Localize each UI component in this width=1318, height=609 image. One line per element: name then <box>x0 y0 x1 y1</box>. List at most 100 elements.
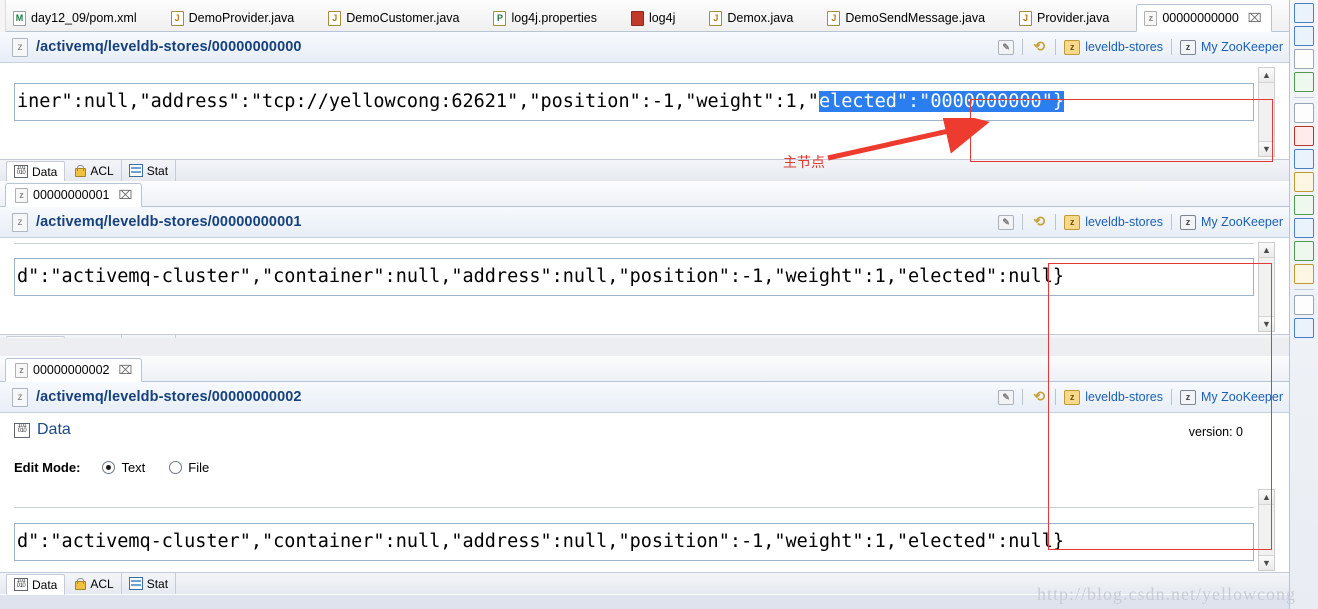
edit-node-icon[interactable]: ✎ <box>998 389 1015 405</box>
node-path-bar: z /activemq/leveldb-stores/00000000002 ✎… <box>0 382 1289 413</box>
editor-tab[interactable]: P log4j.properties <box>486 5 605 31</box>
edit-node-icon[interactable]: ✎ <box>998 39 1015 55</box>
editor-tab[interactable]: J DemoCustomer.java <box>321 5 468 31</box>
subtab-label: Stat <box>146 576 169 591</box>
editor-tab[interactable]: J Demox.java <box>702 5 802 31</box>
close-icon[interactable]: ⌧ <box>118 364 132 376</box>
close-icon[interactable]: ⌧ <box>1248 12 1262 24</box>
document-view-icon[interactable] <box>1294 26 1314 46</box>
subtab-data[interactable]: 101010 Data <box>6 574 66 595</box>
editor-tab-label: log4j <box>648 10 676 25</box>
node-tab[interactable]: z 00000000001 ⌧ <box>5 183 143 207</box>
scroll-down-icon[interactable]: ▼ <box>1259 316 1274 331</box>
breadcrumb-root-link[interactable]: z My ZooKeeper <box>1180 39 1283 55</box>
toolbar-divider <box>1294 289 1314 290</box>
editor-tab[interactable]: J DemoProvider.java <box>164 5 304 31</box>
node-tab-row[interactable]: z 00000000002 ⌧ <box>0 356 1289 382</box>
subtab-stat[interactable]: Stat <box>122 573 177 594</box>
breadcrumb-root-link[interactable]: z My ZooKeeper <box>1180 214 1283 230</box>
print-view-icon[interactable] <box>1294 103 1314 123</box>
editor-tab-label: log4j.properties <box>511 10 597 25</box>
node-subtab-bar[interactable]: 101010 Data ACL Stat <box>0 159 1289 182</box>
properties-view-icon[interactable] <box>1294 318 1314 338</box>
node-data-selection: elected":"0000000000"} <box>818 91 1064 112</box>
scroll-down-icon[interactable]: ▼ <box>1259 555 1274 570</box>
editor-tab[interactable]: J DemoSendMessage.java <box>820 5 994 31</box>
editor-tab[interactable]: log4j <box>624 5 684 31</box>
subtab-label: Data <box>32 577 58 592</box>
node-panel-2: z 00000000002 ⌧ z /activemq/leveldb-stor… <box>0 356 1289 595</box>
scroll-up-icon[interactable]: ▲ <box>1259 490 1274 505</box>
properties-file-icon: P <box>493 10 507 26</box>
zookeeper-node-icon: z <box>12 387 28 407</box>
editor-tab-label: DemoSendMessage.java <box>845 10 986 25</box>
search-view-icon[interactable] <box>1294 295 1314 315</box>
close-icon[interactable]: ⌧ <box>118 189 132 201</box>
node-data-field[interactable]: iner":null,"address":"tcp://yellowcong:6… <box>14 83 1254 121</box>
breadcrumb-parent-label: leveldb-stores <box>1085 40 1164 54</box>
console-view-icon[interactable] <box>1294 218 1314 238</box>
breadcrumb-parent-link[interactable]: z leveldb-stores <box>1064 39 1164 55</box>
subtab-acl[interactable]: ACL <box>65 573 122 594</box>
refresh-icon[interactable]: ⟲ <box>1031 39 1047 55</box>
node-data-body: iner":null,"address":"tcp://yellowcong:6… <box>0 63 1289 182</box>
subtab-stat[interactable]: Stat <box>122 160 177 181</box>
xml-file-icon: M <box>13 10 26 26</box>
right-icon-toolbar[interactable] <box>1289 0 1318 609</box>
terminal-view-icon[interactable] <box>1294 241 1314 261</box>
breadcrumb-root-label: My ZooKeeper <box>1201 215 1283 229</box>
log-file-icon <box>630 10 644 26</box>
panel-gap-strip <box>0 338 1289 356</box>
node-path-text: /activemq/leveldb-stores/00000000002 <box>36 389 302 405</box>
radio-file[interactable] <box>169 461 183 474</box>
vertical-scrollbar[interactable]: ▲ ▼ <box>1258 67 1275 157</box>
radio-file-label: File <box>188 460 210 475</box>
subtab-acl[interactable]: ACL <box>65 160 122 181</box>
node-panel-0: z /activemq/leveldb-stores/00000000000 ✎… <box>0 32 1289 182</box>
vertical-scrollbar[interactable]: ▲ ▼ <box>1258 489 1275 571</box>
edit-mode-option-text[interactable]: Text <box>102 460 145 475</box>
subtab-data[interactable]: 101010 Data <box>6 161 66 182</box>
toolbar-divider <box>1294 97 1314 98</box>
node-data-field[interactable]: d":"activemq-cluster","container":null,"… <box>14 258 1254 296</box>
edit-node-icon[interactable]: ✎ <box>998 214 1015 230</box>
network-view-icon[interactable] <box>1294 195 1314 215</box>
mail-view-icon[interactable] <box>1294 149 1314 169</box>
node-tab[interactable]: z 00000000002 ⌧ <box>5 358 143 382</box>
vertical-scrollbar[interactable]: ▲ ▼ <box>1258 242 1275 332</box>
zookeeper-view-icon[interactable] <box>1294 264 1314 284</box>
subtab-label: ACL <box>90 576 114 591</box>
node-data-field[interactable]: d":"activemq-cluster","container":null,"… <box>14 523 1254 561</box>
table-icon <box>128 577 143 590</box>
breadcrumb-parent-link[interactable]: z leveldb-stores <box>1064 389 1163 405</box>
outline-view-icon[interactable] <box>1294 3 1314 23</box>
breadcrumb-root-link[interactable]: z My ZooKeeper <box>1180 389 1283 405</box>
refresh-icon[interactable]: ⟲ <box>1031 389 1047 405</box>
zookeeper-server-icon: z <box>1180 214 1197 230</box>
node-tab-row[interactable]: z 00000000001 ⌧ <box>0 181 1289 207</box>
breadcrumb-parent-link[interactable]: z leveldb-stores <box>1064 214 1163 230</box>
java-file-icon: J <box>827 10 841 26</box>
editor-tab[interactable]: M day12_09/pom.xml <box>6 5 146 31</box>
binary-data-icon: 101010 <box>14 578 28 591</box>
editor-tab-bar[interactable]: M day12_09/pom.xml J DemoProvider.java J… <box>0 0 1289 32</box>
radio-text[interactable] <box>102 461 116 474</box>
scroll-down-icon[interactable]: ▼ <box>1259 141 1274 156</box>
separator-line <box>14 507 1254 508</box>
refresh-icon[interactable]: ⟲ <box>1031 214 1047 230</box>
divider <box>1022 389 1024 405</box>
scroll-up-icon[interactable]: ▲ <box>1259 68 1274 83</box>
comment-view-icon[interactable] <box>1294 172 1314 192</box>
hierarchy-view-icon[interactable] <box>1294 49 1314 69</box>
node-panel-1: z 00000000001 ⌧ z /activemq/leveldb-stor… <box>0 181 1289 357</box>
edit-mode-option-file[interactable]: File <box>169 460 209 475</box>
edit-mode-group[interactable]: Edit Mode: Text File <box>14 460 233 475</box>
bird-view-icon[interactable] <box>1294 72 1314 92</box>
editor-tab-active[interactable]: z 00000000000 ⌧ <box>1136 4 1272 32</box>
java-file-icon: J <box>328 10 342 26</box>
node-path-bar: z /activemq/leveldb-stores/00000000000 ✎… <box>0 32 1289 63</box>
scroll-up-icon[interactable]: ▲ <box>1259 243 1274 258</box>
error-log-icon[interactable] <box>1294 126 1314 146</box>
node-path-text: /activemq/leveldb-stores/00000000001 <box>36 214 302 230</box>
editor-tab[interactable]: J Provider.java <box>1012 5 1118 31</box>
